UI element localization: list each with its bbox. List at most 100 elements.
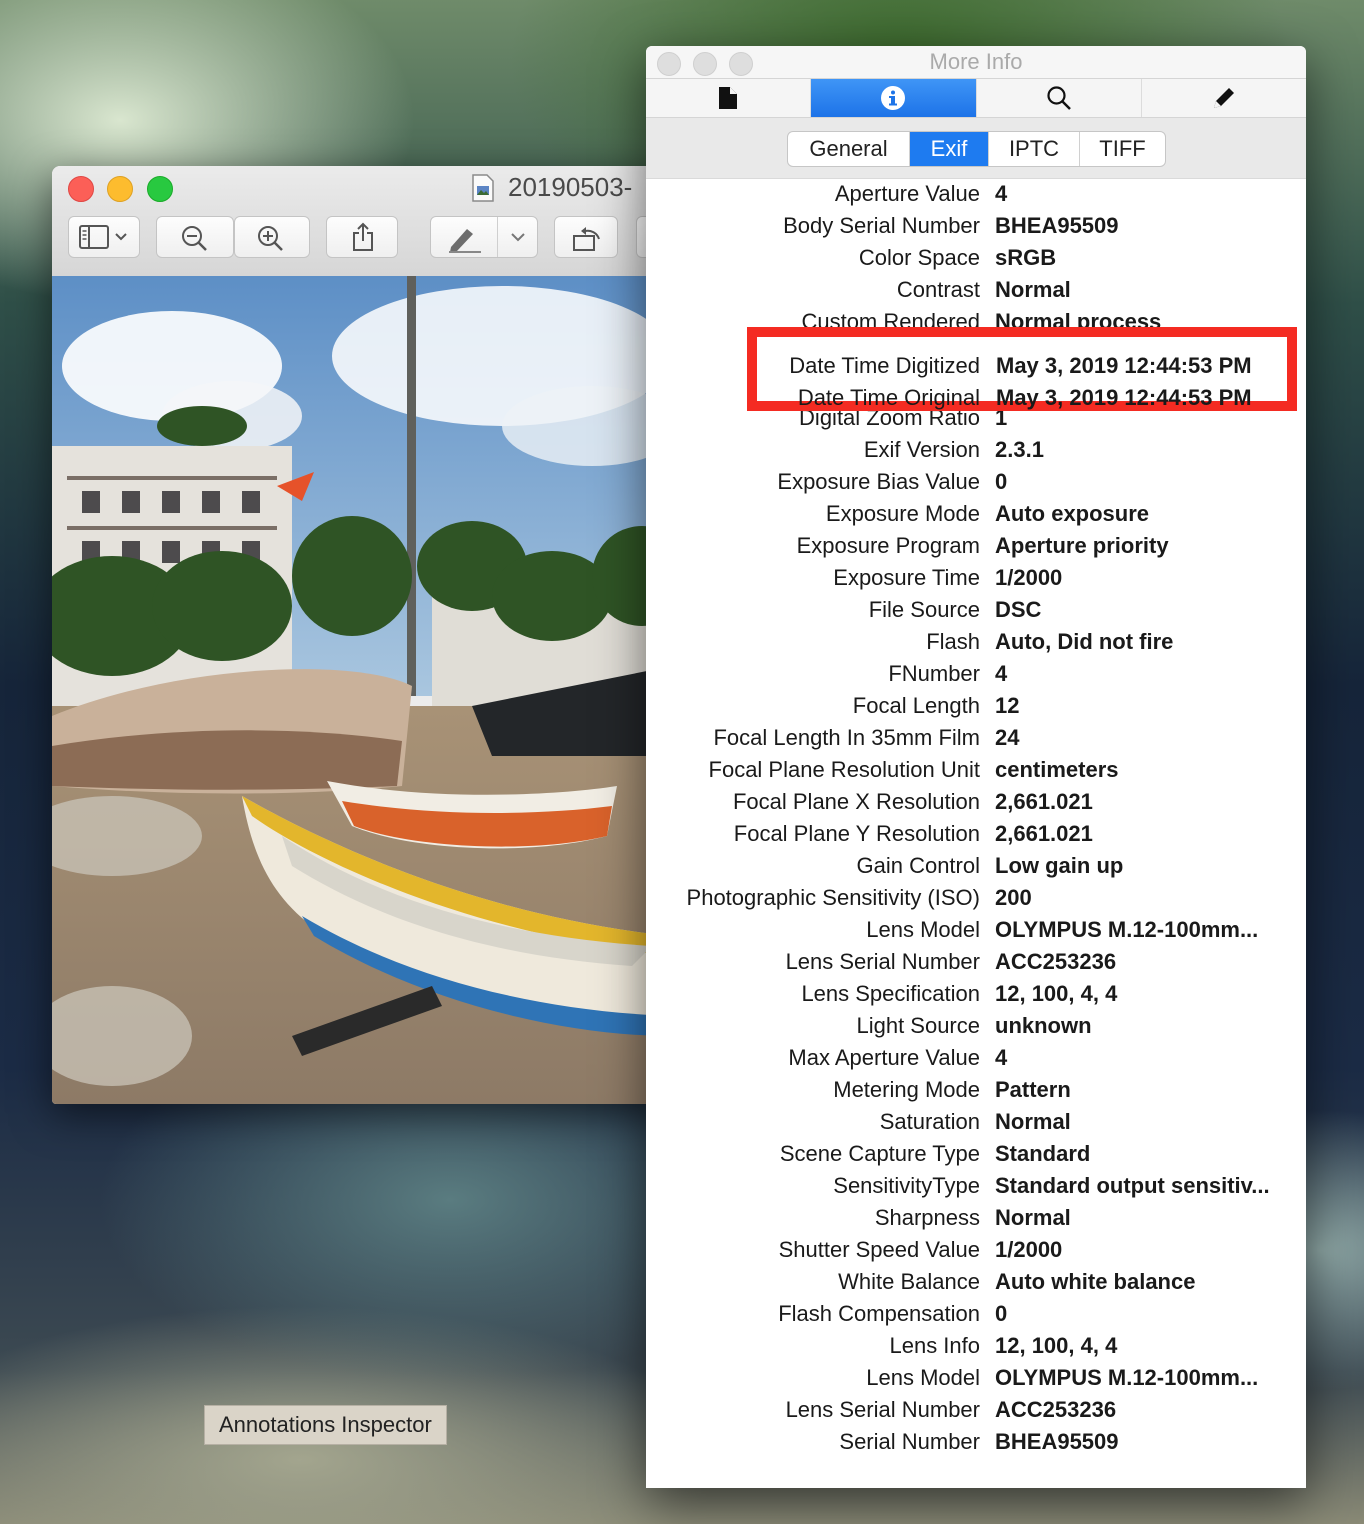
property-key: Exposure Mode — [825, 501, 980, 526]
info-icon — [881, 86, 906, 110]
rotate-icon — [573, 227, 600, 251]
property-value: 12, 100, 4, 4 — [995, 1333, 1118, 1358]
property-value: Auto, Did not fire — [995, 629, 1174, 654]
property-value: 4 — [995, 181, 1008, 206]
property-key: SensitivityType — [833, 1173, 980, 1198]
property-key: Lens Serial Number — [785, 1397, 980, 1422]
property-row: Lens Specification 12, 100, 4, 4 — [646, 978, 1306, 1010]
property-row: Exposure Bias Value 0 — [646, 466, 1306, 498]
segment-general[interactable]: General — [788, 132, 910, 166]
segment-exif[interactable]: Exif — [910, 132, 989, 166]
markup-pen-icon — [449, 229, 481, 253]
property-row: Focal Plane X Resolution 2,661.021 — [646, 786, 1306, 818]
property-value: Standard — [995, 1141, 1091, 1166]
property-value: BHEA95509 — [995, 213, 1119, 238]
sidebar-toggle-button[interactable] — [68, 216, 140, 258]
property-row: Focal Plane Resolution Unit centimeters — [646, 754, 1306, 786]
property-key: Scene Capture Type — [779, 1141, 980, 1166]
property-row: Light Source unknown — [646, 1010, 1306, 1042]
property-value: May 3, 2019 12:44:53 PM — [996, 353, 1252, 378]
property-value: 200 — [995, 885, 1032, 910]
property-key: Flash Compensation — [778, 1301, 980, 1326]
property-key: Exposure Bias Value — [777, 469, 980, 494]
inspector-titlebar: More Info — [646, 46, 1306, 78]
more-info-window: More Info General Exif IPTC TIFF Apertur… — [646, 46, 1306, 1488]
property-key: Max Aperture Value — [788, 1045, 980, 1070]
segment-tiff[interactable]: TIFF — [1080, 132, 1165, 166]
property-value: Standard output sensitiv... — [995, 1173, 1270, 1198]
close-button[interactable] — [68, 176, 94, 202]
preview-window: 20190503- — [52, 166, 672, 1104]
share-button[interactable] — [326, 216, 398, 258]
property-value: 2,661.021 — [995, 789, 1093, 814]
property-value: Normal — [995, 1205, 1071, 1230]
property-row: Gain Control Low gain up — [646, 850, 1306, 882]
minimize-button[interactable] — [107, 176, 133, 202]
property-key: Light Source — [856, 1013, 980, 1038]
property-row: Sharpness Normal — [646, 1202, 1306, 1234]
document-title: 20190503- — [508, 172, 633, 202]
zoom-in-button[interactable] — [234, 216, 310, 258]
property-value: 0 — [995, 469, 1008, 494]
zoom-out-button[interactable] — [156, 216, 234, 258]
property-row: Photographic Sensitivity (ISO) 200 — [646, 882, 1306, 914]
property-value: 4 — [995, 661, 1008, 686]
tab-search[interactable] — [977, 79, 1142, 117]
property-row: Contrast Normal — [646, 274, 1306, 306]
property-row: Lens Info 12, 100, 4, 4 — [646, 1330, 1306, 1362]
markup-button[interactable] — [430, 216, 538, 258]
property-key: Photographic Sensitivity (ISO) — [686, 885, 980, 910]
property-key: Focal Length — [852, 693, 980, 718]
property-value: Normal — [995, 277, 1071, 302]
property-value: Aperture priority — [995, 533, 1169, 558]
property-key: Serial Number — [839, 1429, 980, 1454]
property-key: Color Space — [858, 245, 980, 270]
property-key: Exposure Program — [796, 533, 980, 558]
property-key: File Source — [868, 597, 980, 622]
photo-boats — [52, 276, 672, 1104]
property-key: Contrast — [896, 277, 980, 302]
property-key: Focal Plane Resolution Unit — [708, 757, 980, 782]
segment-bar: General Exif IPTC TIFF — [646, 118, 1306, 179]
property-key: Shutter Speed Value — [778, 1237, 980, 1262]
property-row: Flash Compensation 0 — [646, 1298, 1306, 1330]
property-row: Max Aperture Value 4 — [646, 1042, 1306, 1074]
property-key: Exif Version — [863, 437, 980, 462]
property-value: May 3, 2019 12:44:53 PM — [996, 385, 1252, 410]
property-row: Saturation Normal — [646, 1106, 1306, 1138]
property-key: Sharpness — [874, 1205, 980, 1230]
property-row: White Balance Auto white balance — [646, 1266, 1306, 1298]
property-value: Normal — [995, 1109, 1071, 1134]
property-value: OLYMPUS M.12-100mm... — [995, 1365, 1259, 1390]
tab-general-info[interactable] — [646, 79, 812, 117]
property-value: 24 — [995, 725, 1020, 750]
property-row: Lens Model OLYMPUS M.12-100mm... — [646, 914, 1306, 946]
property-key: Gain Control — [856, 853, 980, 878]
tab-annotations[interactable] — [1142, 79, 1306, 117]
highlight-box: Date Time Digitized May 3, 2019 12:44:53… — [747, 327, 1297, 411]
property-key: Focal Plane Y Resolution — [733, 821, 980, 846]
rotate-button[interactable] — [554, 216, 618, 258]
property-row: Color Space sRGB — [646, 242, 1306, 274]
chevron-down-icon — [511, 233, 525, 242]
property-value: Low gain up — [995, 853, 1124, 878]
property-row: Focal Length 12 — [646, 690, 1306, 722]
segmented-control: General Exif IPTC TIFF — [787, 131, 1166, 167]
property-key: Lens Model — [866, 1365, 980, 1390]
property-value: centimeters — [995, 757, 1119, 782]
property-key: Date Time Original — [797, 385, 980, 410]
property-row: Exposure Time 1/2000 — [646, 562, 1306, 594]
property-value: Auto white balance — [995, 1269, 1196, 1294]
zoom-in-icon — [258, 226, 283, 251]
document-icon — [472, 174, 494, 202]
inspector-tab-bar — [646, 78, 1306, 118]
inspector-title: More Info — [929, 49, 1023, 74]
tab-more-info[interactable] — [811, 79, 977, 117]
property-row: Exposure Mode Auto exposure — [646, 498, 1306, 530]
zoom-button[interactable] — [147, 176, 173, 202]
highlighted-row: Date Time Original May 3, 2019 12:44:53 … — [757, 382, 1287, 414]
property-row: Scene Capture Type Standard — [646, 1138, 1306, 1170]
property-value: 0 — [995, 1301, 1008, 1326]
segment-iptc[interactable]: IPTC — [989, 132, 1080, 166]
property-key: Lens Serial Number — [785, 949, 980, 974]
